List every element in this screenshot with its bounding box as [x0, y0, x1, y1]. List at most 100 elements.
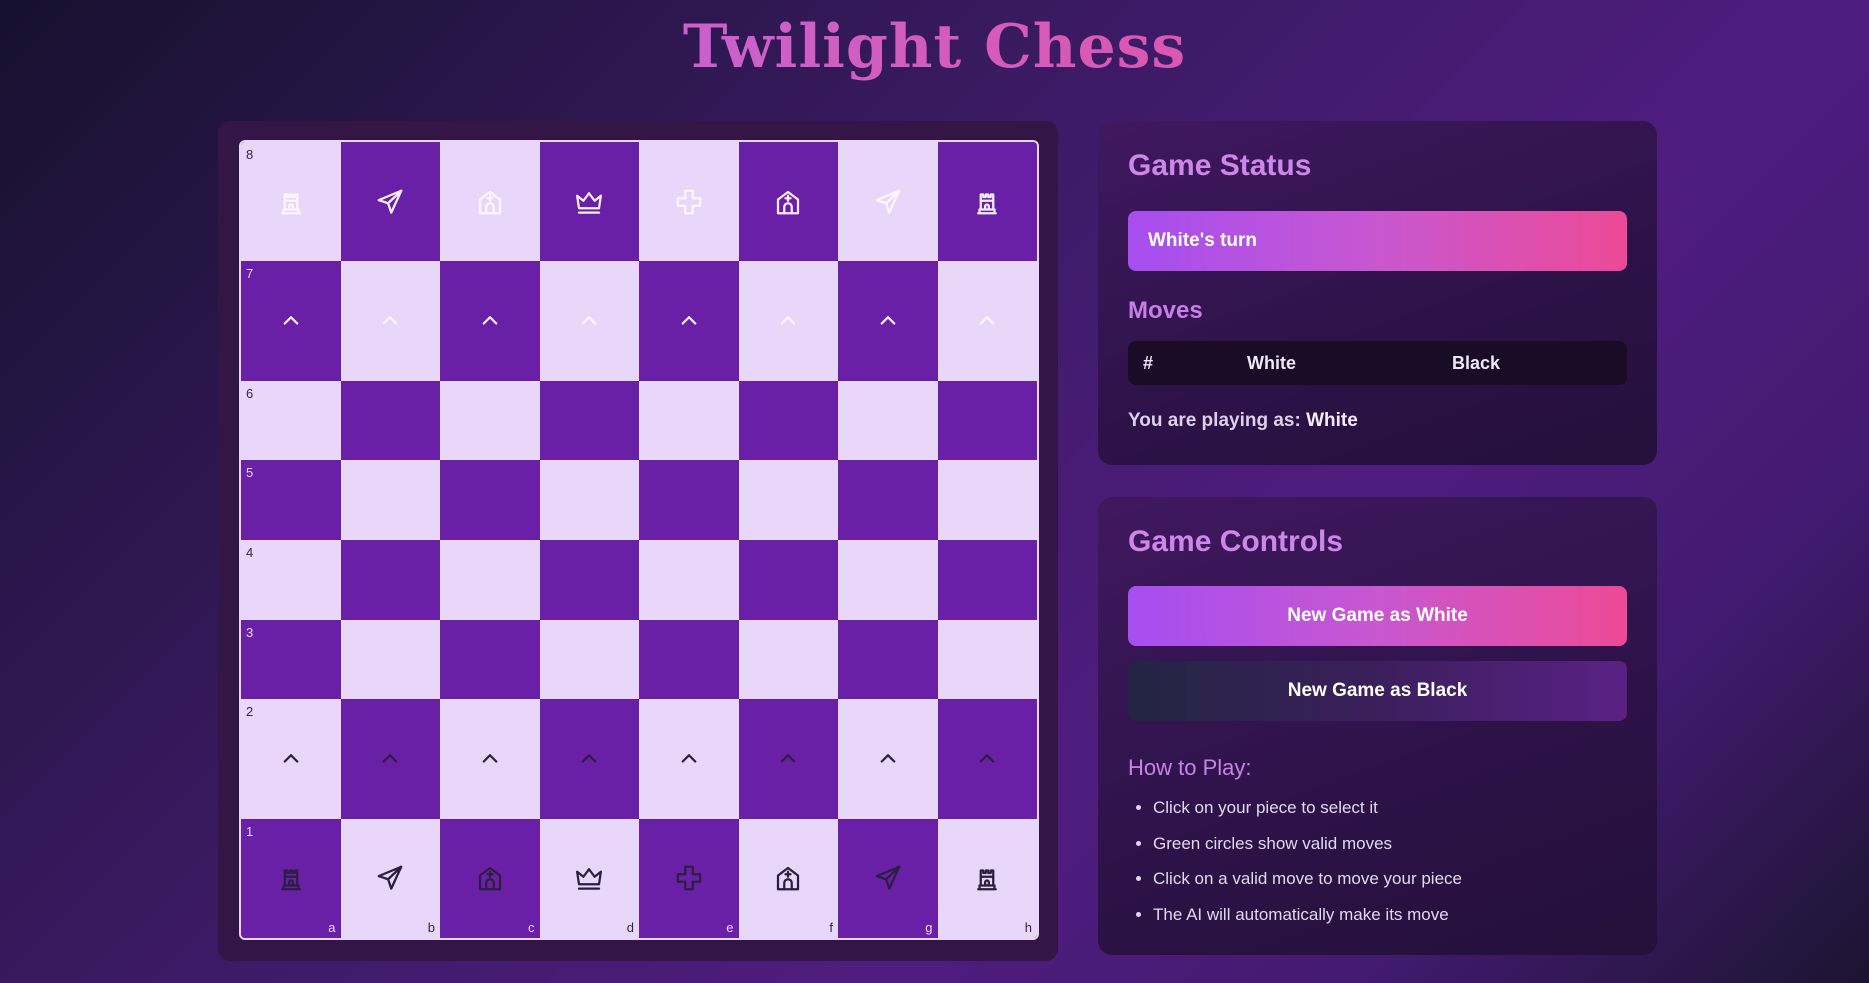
square-d1[interactable]: d	[539, 818, 639, 938]
new-game-white-button[interactable]: New Game as White	[1128, 586, 1627, 646]
black-knight-icon[interactable]	[375, 187, 405, 217]
square-h4[interactable]	[937, 540, 1037, 620]
square-f2[interactable]	[738, 699, 838, 819]
square-c2[interactable]	[440, 699, 540, 819]
white-king-icon[interactable]	[674, 863, 704, 893]
square-c8[interactable]	[440, 142, 540, 262]
square-b6[interactable]	[340, 380, 440, 461]
square-g5[interactable]	[838, 460, 938, 540]
square-b2[interactable]	[340, 699, 440, 819]
square-c7[interactable]	[440, 261, 540, 381]
white-pawn-icon[interactable]	[674, 744, 704, 774]
square-a6[interactable]: 6	[241, 380, 341, 461]
black-rook-icon[interactable]	[276, 187, 306, 217]
square-b3[interactable]	[340, 619, 440, 700]
square-e8[interactable]	[639, 142, 739, 262]
square-c1[interactable]: c	[440, 818, 540, 938]
square-b5[interactable]	[340, 460, 440, 540]
white-pawn-icon[interactable]	[873, 744, 903, 774]
square-e5[interactable]	[639, 460, 739, 540]
square-e3[interactable]	[639, 619, 739, 700]
square-d5[interactable]	[539, 460, 639, 540]
square-d2[interactable]	[539, 699, 639, 819]
square-d7[interactable]	[539, 261, 639, 381]
square-a2[interactable]: 2	[241, 699, 341, 819]
square-e4[interactable]	[639, 540, 739, 620]
chess-board[interactable]: 87654321abcd efgh	[239, 140, 1039, 940]
white-bishop-icon[interactable]	[475, 863, 505, 893]
black-pawn-icon[interactable]	[276, 306, 306, 336]
black-pawn-icon[interactable]	[574, 306, 604, 336]
black-rook-icon[interactable]	[972, 187, 1002, 217]
black-king-icon[interactable]	[674, 187, 704, 217]
square-a3[interactable]: 3	[241, 619, 341, 700]
square-a8[interactable]: 8	[241, 142, 341, 262]
square-h5[interactable]	[937, 460, 1037, 540]
square-a7[interactable]: 7	[241, 261, 341, 381]
square-g2[interactable]	[838, 699, 938, 819]
black-pawn-icon[interactable]	[773, 306, 803, 336]
square-c4[interactable]	[440, 540, 540, 620]
square-d3[interactable]	[539, 619, 639, 700]
square-e6[interactable]	[639, 380, 739, 461]
square-c6[interactable]	[440, 380, 540, 461]
black-pawn-icon[interactable]	[475, 306, 505, 336]
square-g6[interactable]	[838, 380, 938, 461]
square-f6[interactable]	[738, 380, 838, 461]
white-knight-icon[interactable]	[873, 863, 903, 893]
white-rook-icon[interactable]	[972, 863, 1002, 893]
white-rook-icon[interactable]	[276, 863, 306, 893]
square-g4[interactable]	[838, 540, 938, 620]
square-f4[interactable]	[738, 540, 838, 620]
white-bishop-icon[interactable]	[773, 863, 803, 893]
square-g1[interactable]: g	[838, 818, 938, 938]
square-g8[interactable]	[838, 142, 938, 262]
square-h6[interactable]	[937, 380, 1037, 461]
square-a1[interactable]: 1a	[241, 818, 341, 938]
square-b7[interactable]	[340, 261, 440, 381]
square-c3[interactable]	[440, 619, 540, 700]
square-d8[interactable]	[539, 142, 639, 262]
square-a4[interactable]: 4	[241, 540, 341, 620]
white-knight-icon[interactable]	[375, 863, 405, 893]
square-c5[interactable]	[440, 460, 540, 540]
square-b8[interactable]	[340, 142, 440, 262]
black-pawn-icon[interactable]	[873, 306, 903, 336]
black-pawn-icon[interactable]	[375, 306, 405, 336]
square-f5[interactable]	[738, 460, 838, 540]
white-pawn-icon[interactable]	[972, 744, 1002, 774]
square-b4[interactable]	[340, 540, 440, 620]
square-g3[interactable]	[838, 619, 938, 700]
square-f1[interactable]: f	[738, 818, 838, 938]
file-label: e	[726, 920, 734, 935]
black-pawn-icon[interactable]	[972, 306, 1002, 336]
black-knight-icon[interactable]	[873, 187, 903, 217]
square-e2[interactable]	[639, 699, 739, 819]
square-f3[interactable]	[738, 619, 838, 700]
white-pawn-icon[interactable]	[773, 744, 803, 774]
black-queen-icon[interactable]	[574, 187, 604, 217]
square-h3[interactable]	[937, 619, 1037, 700]
square-b1[interactable]: b	[340, 818, 440, 938]
square-h2[interactable]	[937, 699, 1037, 819]
black-bishop-icon[interactable]	[773, 187, 803, 217]
new-game-black-button[interactable]: New Game as Black	[1128, 661, 1627, 721]
black-pawn-icon[interactable]	[674, 306, 704, 336]
white-pawn-icon[interactable]	[475, 744, 505, 774]
square-g7[interactable]	[838, 261, 938, 381]
square-h8[interactable]	[937, 142, 1037, 262]
square-d4[interactable]	[539, 540, 639, 620]
square-f8[interactable]	[738, 142, 838, 262]
square-e1[interactable]: e	[639, 818, 739, 938]
white-pawn-icon[interactable]	[276, 744, 306, 774]
black-bishop-icon[interactable]	[475, 187, 505, 217]
white-pawn-icon[interactable]	[574, 744, 604, 774]
square-a5[interactable]: 5	[241, 460, 341, 540]
white-pawn-icon[interactable]	[375, 744, 405, 774]
square-e7[interactable]	[639, 261, 739, 381]
square-h7[interactable]	[937, 261, 1037, 381]
square-h1[interactable]: h	[937, 818, 1037, 938]
white-queen-icon[interactable]	[574, 863, 604, 893]
square-f7[interactable]	[738, 261, 838, 381]
square-d6[interactable]	[539, 380, 639, 461]
